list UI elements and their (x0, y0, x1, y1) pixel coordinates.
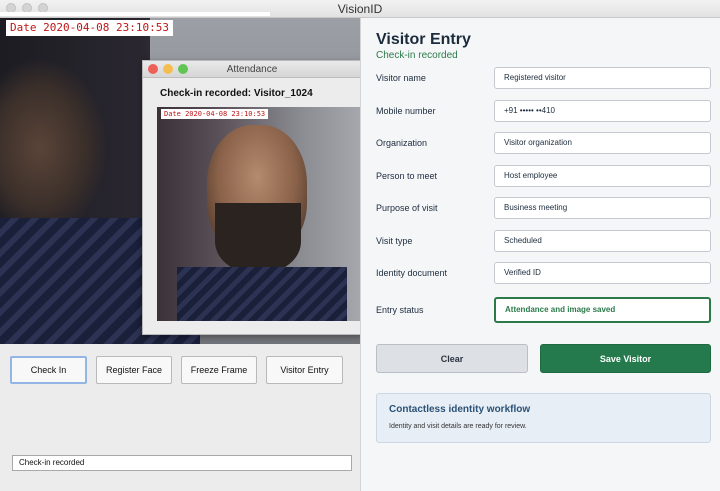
identity-document-label: Identity document (376, 268, 448, 278)
mobile-number-field[interactable]: +91 ••••• ••410 (494, 100, 711, 122)
mobile-number-label: Mobile number (376, 106, 436, 116)
organization-field[interactable]: Visitor organization (494, 132, 711, 154)
photo-beard (215, 203, 301, 273)
visitor-entry-button[interactable]: Visitor Entry (266, 356, 343, 384)
organization-label: Organization (376, 138, 428, 148)
freeze-frame-button[interactable]: Freeze Frame (181, 356, 257, 384)
info-card: Contactless identity workflow Identity a… (376, 393, 711, 443)
camera-timestamp: Date 2020-04-08 23:10:53 (6, 20, 173, 36)
identity-document-field[interactable]: Verified ID (494, 262, 711, 284)
visitor-name-field[interactable]: Registered visitor (494, 67, 711, 89)
window-title: VisionID (337, 2, 383, 16)
camera-actions: Check In Register Face Freeze Frame Visi… (10, 356, 355, 386)
attendance-titlebar[interactable]: Attendance (143, 61, 361, 78)
visit-type-label: Visit type (376, 236, 413, 246)
photo-timestamp: Date 2020-04-08 23:10:53 (161, 109, 269, 119)
register-face-button[interactable]: Register Face (96, 356, 172, 384)
attendance-title: Attendance (226, 64, 278, 75)
attendance-message: Check-in recorded: Visitor_1024 (160, 88, 313, 99)
clear-button[interactable]: Clear (376, 344, 528, 373)
purpose-of-visit-field[interactable]: Business meeting (494, 197, 711, 219)
visitor-entry-pane: Visitor Entry Check-in recorded Visitor … (360, 18, 720, 491)
window-titlebar: VisionID (0, 0, 720, 18)
attendance-dialog[interactable]: Attendance Check-in recorded: Visitor_10… (142, 60, 362, 335)
entry-status-field[interactable]: Attendance and image saved (494, 297, 711, 323)
save-visitor-button[interactable]: Save Visitor (540, 344, 711, 373)
page-title: Visitor Entry (376, 31, 471, 48)
info-card-title: Contactless identity workflow (389, 404, 531, 415)
check-in-button[interactable]: Check In (10, 356, 87, 384)
visit-type-field[interactable]: Scheduled (494, 230, 711, 252)
page-subtitle: Check-in recorded (376, 50, 458, 61)
visitor-name-label: Visitor name (376, 73, 426, 83)
photo-shirt (177, 267, 347, 321)
status-field: Check-in recorded (12, 455, 352, 471)
person-to-meet-field[interactable]: Host employee (494, 165, 711, 187)
person-to-meet-label: Person to meet (376, 171, 438, 181)
info-card-body: Identity and visit details are ready for… (389, 423, 527, 430)
captured-photo: Date 2020-04-08 23:10:53 (157, 107, 362, 321)
purpose-of-visit-label: Purpose of visit (376, 203, 438, 213)
entry-status-label: Entry status (376, 305, 424, 315)
